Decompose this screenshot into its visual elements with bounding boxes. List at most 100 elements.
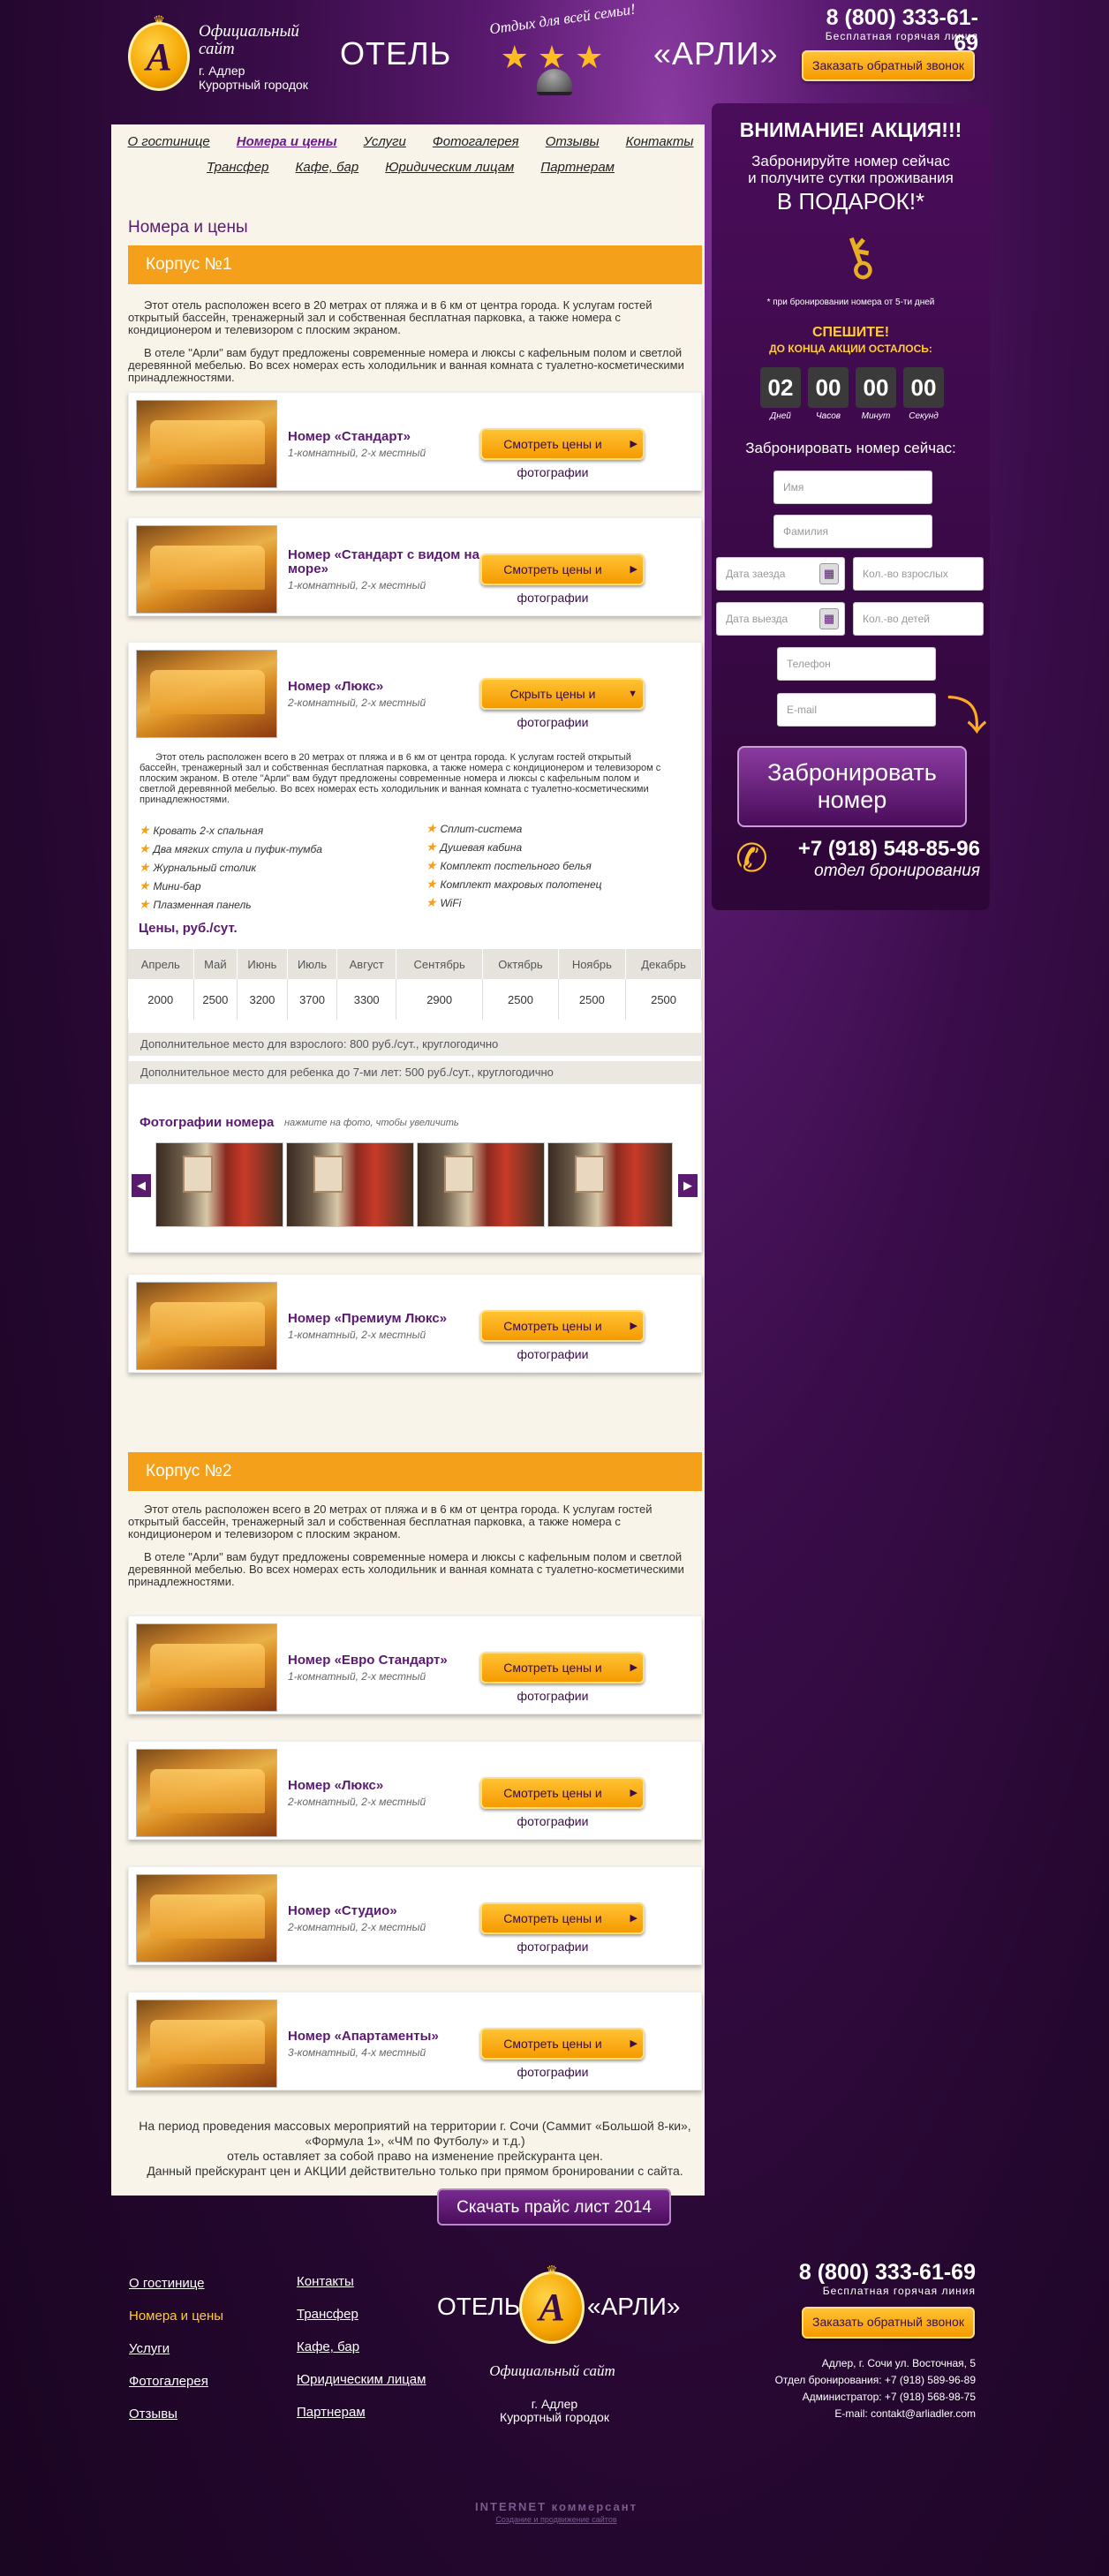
nav-item[interactable]: Кафе, бар bbox=[296, 160, 359, 175]
price-table-header: Апрель Май Июнь Июль Август Сентябрь Октябрь Но… bbox=[128, 949, 702, 979]
footer-callback-button[interactable]: Заказать обратный звонок bbox=[802, 2307, 975, 2339]
developer-link[interactable]: Создание и продвижение сайтов bbox=[459, 2515, 653, 2524]
countdown-seconds: 00 bbox=[903, 367, 944, 408]
show-prices-button[interactable]: Смотреть цены и фотографии bbox=[480, 1777, 645, 1828]
room-card: Номер «Апартаменты» 3-комнатный, 4-х мес… bbox=[128, 1992, 702, 2090]
room-description-text: Этот отель расположен всего в 20 метрах … bbox=[140, 752, 661, 805]
room-name[interactable]: Номер «Евро Стандарт» bbox=[288, 1653, 482, 1668]
show-prices-button[interactable]: Смотреть цены и фотографии bbox=[480, 1902, 645, 1954]
price-value: 3300 bbox=[336, 979, 396, 1020]
room-capacity: 1-комнатный, 2-х местный bbox=[288, 447, 426, 459]
footer-link[interactable]: Юридическим лицам bbox=[297, 2371, 426, 2388]
nav-item[interactable]: Контакты bbox=[626, 134, 694, 149]
footer-link[interactable]: Фотогалерея bbox=[129, 2373, 223, 2390]
main-nav: О гостинице Номера и цены Услуги Фотогалере… bbox=[124, 134, 698, 185]
nav-item[interactable]: Фотогалерея bbox=[433, 134, 519, 149]
show-prices-button[interactable]: Смотреть цены и фотографии bbox=[480, 1310, 645, 1361]
footer-link[interactable]: Трансфер bbox=[297, 2306, 426, 2323]
room-photo[interactable] bbox=[136, 1282, 277, 1370]
footer-phone[interactable]: 8 (800) 333-61-69 bbox=[777, 2260, 976, 2286]
room-photo[interactable] bbox=[136, 1874, 277, 1962]
room-capacity: 2-комнатный, 2-х местный bbox=[288, 1796, 426, 1808]
price-month: Апрель bbox=[128, 949, 194, 979]
gallery-photo[interactable] bbox=[155, 1142, 283, 1227]
footer-logo[interactable]: A bbox=[519, 2271, 585, 2344]
room-name[interactable]: Номер «Апартаменты» bbox=[288, 2030, 482, 2044]
phone-icon: ✆ bbox=[736, 837, 768, 880]
nav-item[interactable]: Услуги bbox=[364, 134, 406, 149]
promo-note: * при бронировании номера от 5-ти дней bbox=[766, 298, 935, 307]
footer-address: Адлер, г. Сочи ул. Восточная, 5 bbox=[821, 2357, 976, 2369]
room-photo[interactable] bbox=[136, 400, 277, 488]
gallery-prev-button[interactable]: ◀ bbox=[132, 1174, 151, 1197]
calendar-icon[interactable]: ▦ bbox=[819, 563, 839, 584]
room-capacity: 1-комнатный, 2-х местный bbox=[288, 579, 426, 591]
nav-item[interactable]: О гостинице bbox=[128, 134, 210, 149]
children-count-field[interactable]: Кол.-во детей bbox=[853, 602, 984, 636]
footer-email[interactable]: E-mail: contakt@arliadler.com bbox=[706, 2406, 976, 2422]
phone-field[interactable]: Телефон bbox=[777, 647, 936, 681]
hotel-name: «АРЛИ» bbox=[653, 35, 779, 72]
room-photo[interactable] bbox=[136, 1749, 277, 1837]
room-name[interactable]: Номер «Стандарт» bbox=[288, 430, 482, 444]
nav-item[interactable]: Номера и цены bbox=[237, 134, 337, 149]
countdown-label: Часов bbox=[815, 411, 841, 421]
gallery-photo[interactable] bbox=[547, 1142, 673, 1227]
footer-hotel-word: ОТЕЛЬ bbox=[437, 2293, 521, 2320]
footer-link[interactable]: Партнерам bbox=[297, 2404, 426, 2421]
room-name[interactable]: Номер «Премиум Люкс» bbox=[288, 1312, 482, 1326]
gallery-next-button[interactable]: ▶ bbox=[678, 1174, 698, 1197]
calendar-icon[interactable]: ▦ bbox=[819, 608, 839, 629]
email-field[interactable]: E-mail bbox=[777, 693, 936, 727]
amenity-item: Комплект махровых полотенец bbox=[426, 878, 602, 891]
download-pricelist-button[interactable]: Скачать прайс лист 2014 bbox=[437, 2188, 671, 2226]
show-prices-button[interactable]: Смотреть цены и фотографии bbox=[480, 2028, 645, 2079]
gallery-photo[interactable] bbox=[417, 1142, 545, 1227]
room-name[interactable]: Номер «Студио» bbox=[288, 1904, 482, 1918]
footer-link[interactable]: О гостинице bbox=[129, 2275, 223, 2292]
logo-city: г. Адлер Курортный городок bbox=[199, 64, 340, 92]
room-card: Номер «Стандарт» 1-комнатный, 2-х местны… bbox=[128, 392, 702, 491]
footer-city-line: г. Адлер bbox=[531, 2397, 578, 2411]
promo-text: Забронируйте номер сейчас и получите сут… bbox=[712, 153, 990, 186]
footer-link[interactable]: Контакты bbox=[297, 2273, 426, 2290]
hotel-word: ОТЕЛЬ bbox=[340, 35, 452, 72]
nav-item[interactable]: Юридическим лицам bbox=[385, 160, 514, 175]
nav-item[interactable]: Партнерам bbox=[540, 160, 615, 175]
surname-field[interactable]: Фамилия bbox=[773, 515, 932, 548]
name-field[interactable]: Имя bbox=[773, 471, 932, 504]
amenity-item: Сплит-система bbox=[426, 823, 522, 835]
room-photo[interactable] bbox=[136, 525, 277, 614]
hide-prices-button[interactable]: Скрыть цены и фотографии bbox=[480, 678, 645, 729]
city: г. Адлер bbox=[199, 64, 245, 78]
show-prices-button[interactable]: Смотреть цены и фотографии bbox=[480, 1652, 645, 1703]
room-card: Номер «Люкс» 2-комнатный, 2-х местный См… bbox=[128, 1741, 702, 1840]
footer-link[interactable]: Номера и цены bbox=[129, 2308, 223, 2324]
developer-credit[interactable]: INTERNET коммерсант Создание и продвижен… bbox=[459, 2500, 653, 2524]
footer-city: г. Адлер Курортный городок bbox=[475, 2398, 634, 2424]
logo[interactable]: A bbox=[128, 22, 190, 91]
callback-button[interactable]: Заказать обратный звонок bbox=[802, 50, 975, 81]
room-name[interactable]: Номер «Стандарт с видом на море» bbox=[288, 548, 482, 576]
footer-link[interactable]: Отзывы bbox=[129, 2406, 223, 2422]
arrow-down-icon: ⤵ bbox=[947, 693, 987, 739]
header-hotline: Бесплатная горячая линия bbox=[825, 30, 978, 42]
room-photo[interactable] bbox=[136, 650, 277, 738]
nav-item[interactable]: Трансфер bbox=[207, 160, 269, 175]
room-photo[interactable] bbox=[136, 2000, 277, 2088]
gallery-photo[interactable] bbox=[286, 1142, 414, 1227]
booking-phone-label: отдел бронирования bbox=[814, 862, 980, 880]
show-prices-button[interactable]: Смотреть цены и фотографии bbox=[480, 554, 645, 605]
show-prices-button[interactable]: Смотреть цены и фотографии bbox=[480, 428, 645, 479]
room-photo[interactable] bbox=[136, 1623, 277, 1712]
footer-link[interactable]: Кафе, бар bbox=[297, 2339, 426, 2355]
book-room-button[interactable]: Забронировать номер bbox=[737, 746, 967, 827]
nav-item[interactable]: Отзывы bbox=[546, 134, 600, 149]
room-name[interactable]: Номер «Люкс» bbox=[288, 680, 482, 694]
booking-phone[interactable]: +7 (918) 548-85-96 bbox=[768, 837, 980, 862]
room-card: Номер «Премиум Люкс» 1-комнатный, 2-х ме… bbox=[128, 1274, 702, 1373]
adults-count-field[interactable]: Кол.-во взрослых bbox=[853, 557, 984, 591]
extra-adult: Дополнительное место для взрослого: 800 … bbox=[128, 1033, 702, 1056]
room-name[interactable]: Номер «Люкс» bbox=[288, 1779, 482, 1793]
footer-link[interactable]: Услуги bbox=[129, 2340, 223, 2357]
